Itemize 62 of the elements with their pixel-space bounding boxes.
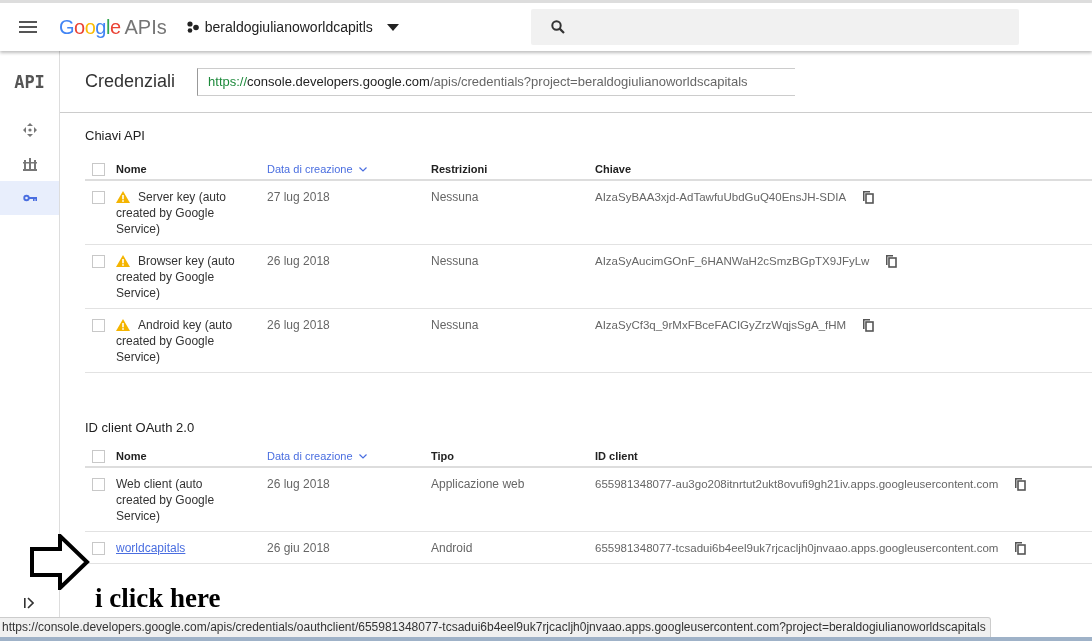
name-cell: Browser key (auto created by Google Service): [116, 254, 235, 300]
checkbox[interactable]: [92, 191, 105, 204]
key-cell-text: AIzaSyAucimGOnF_6HANWaH2cSmzBGpTX9JFyLw: [595, 254, 870, 269]
column-header[interactable]: Data di creazione: [267, 161, 367, 177]
google-logo[interactable]: Google: [59, 15, 121, 39]
column-header[interactable]: Chiave: [595, 161, 632, 177]
date-cell: 26 lug 2018: [267, 253, 330, 269]
checkbox[interactable]: [92, 163, 105, 176]
column-header[interactable]: Nome: [116, 448, 147, 464]
copy-icon[interactable]: [885, 254, 898, 268]
name-cell: Android key (auto created by Google Service): [116, 318, 233, 364]
column-header[interactable]: Tipo: [431, 448, 454, 464]
key-cell-text: AIzaSyCf3q_9rMxFBceFACIGyZrzWqjsSgA_fHM: [595, 318, 847, 333]
key-cell-text: 655981348077-au3go208itnrtut2ukt8ovufi9gh21iv.apps.googleusercontent.com: [595, 477, 999, 492]
copy-icon[interactable]: [862, 318, 875, 332]
table-cell: Nessuna: [431, 253, 479, 269]
date-cell: 26 giu 2018: [267, 540, 330, 556]
column-header[interactable]: Nome: [116, 161, 147, 177]
key-icon: [22, 194, 37, 202]
date-cell: 26 lug 2018: [267, 476, 330, 492]
page-title: Credenziali: [85, 71, 176, 92]
checkbox[interactable]: [92, 542, 105, 555]
copy-icon[interactable]: [1014, 477, 1027, 491]
url-field[interactable]: https://console.developers.google.com/apis/credentials?project=beraldogiulianoworldscapitals: [197, 67, 796, 96]
checkbox[interactable]: [92, 450, 105, 463]
date-cell: 27 lug 2018: [267, 189, 330, 205]
sidebar-item[interactable]: [0, 181, 59, 215]
dots-icon: [186, 21, 199, 33]
copy-icon[interactable]: [1014, 541, 1027, 555]
product-name: APIs: [124, 15, 167, 39]
status-bar: https://console.developers.google.com/apis/credentials/oauthclient/655981348077-tcsadui6b4eel9uk7rjcacljh0jnvaao.apps.googleusercontent.com?project=beraldogiulianoworldscapitals: [0, 617, 991, 638]
client-link[interactable]: worldcapitals: [116, 541, 186, 555]
project-selector[interactable]: beraldogiulianoworldcapitls: [182, 15, 403, 39]
search-icon: [550, 20, 565, 34]
checkbox[interactable]: [92, 319, 105, 332]
checkbox[interactable]: [92, 255, 105, 268]
copy-icon[interactable]: [862, 190, 875, 204]
column-header[interactable]: Restrizioni: [431, 161, 488, 177]
annotation-text: i click here: [95, 583, 221, 614]
section-title: Chiavi API: [85, 127, 146, 145]
caret-icon: [386, 23, 399, 31]
date-cell: 26 lug 2018: [267, 317, 330, 333]
search-field[interactable]: [530, 9, 1019, 45]
chevron-down-icon: [358, 166, 367, 172]
key-cell-text: 655981348077-tcsadui6b4eel9uk7rjcacljh0jnvaao.apps.googleusercontent.com: [595, 541, 999, 556]
move-icon: [22, 123, 37, 137]
menu-icon[interactable]: [19, 21, 37, 33]
column-header[interactable]: ID client: [595, 448, 638, 464]
name-cell: Web client (auto created by Google Service): [116, 477, 215, 523]
dashboard-icon: [22, 157, 37, 171]
expand-icon[interactable]: [24, 597, 34, 609]
section-title: ID client OAuth 2.0: [85, 420, 196, 437]
table-cell: Nessuna: [431, 189, 479, 205]
chevron-down-icon: [358, 453, 367, 459]
table-cell: Nessuna: [431, 317, 479, 333]
table-cell: Android: [431, 540, 473, 556]
api-logo: API: [13, 71, 46, 94]
name-cell: Server key (auto created by Google Service): [116, 190, 227, 236]
key-cell-text: AIzaSyBAA3xjd-AdTawfuUbdGuQ40EnsJH-SDIA: [595, 190, 847, 205]
column-header[interactable]: Data di creazione: [267, 448, 367, 464]
checkbox[interactable]: [92, 478, 105, 491]
table-cell: Applicazione web: [431, 476, 525, 492]
